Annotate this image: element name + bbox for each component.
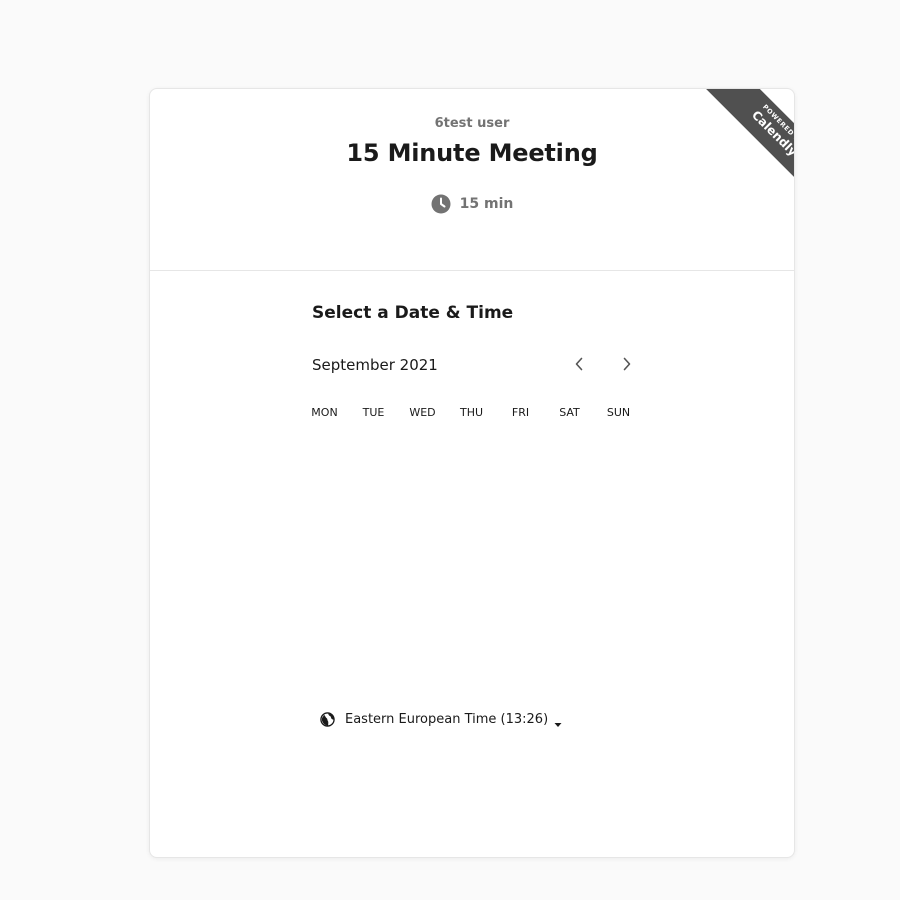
weekday-tue: TUE xyxy=(362,406,385,419)
timezone-selector[interactable]: Eastern European Time (13:26) xyxy=(320,712,562,727)
chevron-left-icon xyxy=(574,356,584,375)
duration-label: 15 min xyxy=(459,196,514,212)
weekday-sat: SAT xyxy=(559,406,580,419)
chevron-right-icon xyxy=(622,356,632,375)
booking-card: 6test user 15 Minute Meeting 15 min POWE… xyxy=(149,88,795,858)
weekday-mon: MON xyxy=(311,406,338,419)
calendly-brand: Calendly xyxy=(749,107,794,159)
previous-month-button[interactable] xyxy=(567,353,591,377)
weekday-header: MON TUE WED THU FRI SAT SUN xyxy=(300,406,643,419)
event-header: 6test user 15 Minute Meeting 15 min POWE… xyxy=(150,89,794,271)
powered-by-ribbon[interactable]: POWERED BY Calendly xyxy=(705,89,794,199)
caret-down-icon xyxy=(554,717,562,727)
powered-by-badge[interactable]: POWERED BY Calendly xyxy=(684,89,794,199)
globe-icon xyxy=(320,712,335,727)
select-date-heading: Select a Date & Time xyxy=(312,303,514,323)
weekday-fri: FRI xyxy=(511,406,530,419)
month-label: September 2021 xyxy=(312,356,438,374)
clock-icon xyxy=(431,194,451,214)
timezone-label: Eastern European Time (13:26) xyxy=(345,712,549,727)
weekday-wed: WED xyxy=(409,406,436,419)
weekday-sun: SUN xyxy=(606,406,631,419)
weekday-thu: THU xyxy=(459,406,484,419)
next-month-button[interactable] xyxy=(615,353,639,377)
calendar-grid xyxy=(300,429,643,699)
